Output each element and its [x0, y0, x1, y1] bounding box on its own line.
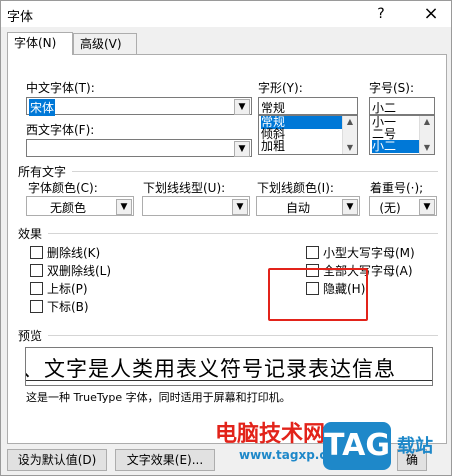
font-color-select[interactable]: 无颜色 ▼: [26, 196, 134, 216]
double-strikethrough-checkbox[interactable]: 双删除线(L): [30, 262, 111, 279]
scrollbar[interactable]: ▲ ▼: [419, 116, 434, 154]
all-text-section-label: 所有文字: [18, 165, 67, 179]
preview-note: 这是一种 TrueType 字体，同时适用于屏幕和打印机。: [26, 391, 291, 404]
title-bar: 字体 ? ×: [1, 1, 451, 27]
checkbox-box[interactable]: [306, 246, 319, 259]
font-color-value: 无颜色: [49, 201, 86, 215]
chevron-down-icon[interactable]: ▼: [419, 199, 435, 215]
underline-color-value: 自动: [285, 201, 310, 215]
chevron-down-icon[interactable]: ▼: [116, 199, 132, 215]
emphasis-mark-value: (无): [379, 201, 401, 215]
text-effects-button[interactable]: 文字效果(E)...: [115, 449, 215, 471]
font-size-list[interactable]: 小一 二号 小二 ▲ ▼: [369, 115, 435, 155]
chevron-down-icon[interactable]: ▼: [232, 199, 248, 215]
font-size-input[interactable]: 小二: [369, 97, 435, 115]
tag-logo: TAG: [323, 422, 391, 470]
font-style-input[interactable]: 常规: [258, 97, 358, 115]
western-font-select[interactable]: ▼: [26, 139, 252, 157]
checkbox-box[interactable]: [30, 300, 43, 313]
checkbox-label: 上标(P): [47, 282, 88, 296]
font-style-value: 常规: [261, 101, 286, 115]
highlight-rectangle: [268, 268, 368, 321]
tab-advanced[interactable]: 高级(V): [73, 33, 137, 54]
list-item[interactable]: 加粗: [261, 140, 285, 153]
section-divider: [72, 171, 438, 172]
chevron-down-icon[interactable]: ▼: [234, 99, 250, 115]
chinese-font-value: 宋体: [29, 99, 56, 116]
font-color-label: 字体颜色(C):: [28, 181, 98, 195]
watermark: 电脑技术网 www.tagxp.com TAG 载站: [213, 414, 451, 475]
checkbox-box[interactable]: [30, 264, 43, 277]
chevron-down-icon[interactable]: ▼: [342, 199, 358, 215]
font-size-value: 小二: [372, 101, 397, 115]
checkbox-box[interactable]: [30, 246, 43, 259]
font-size-label: 字号(S):: [369, 81, 415, 95]
checkbox-box[interactable]: [30, 282, 43, 295]
superscript-checkbox[interactable]: 上标(P): [30, 280, 88, 297]
help-button[interactable]: ?: [371, 5, 391, 23]
scroll-up-icon[interactable]: ▲: [420, 116, 434, 128]
close-button[interactable]: ×: [421, 5, 441, 23]
emphasis-mark-label: 着重号(·);: [370, 181, 424, 195]
small-caps-checkbox[interactable]: 小型大写字母(M): [306, 244, 415, 261]
scroll-down-icon[interactable]: ▼: [420, 142, 434, 154]
effects-section-label: 效果: [18, 227, 43, 241]
scroll-up-icon[interactable]: ▲: [343, 116, 357, 128]
emphasis-mark-select[interactable]: (无) ▼: [369, 196, 437, 216]
preview-section-label: 预览: [18, 329, 43, 343]
western-font-label: 西文字体(F):: [26, 123, 95, 137]
underline-color-select[interactable]: 自动 ▼: [256, 196, 360, 216]
preview-baseline: [26, 380, 432, 381]
preview-sample-text: 、文字是人类用表义符号记录表达信息: [25, 357, 396, 381]
preview-box: 、文字是人类用表义符号记录表达信息: [25, 347, 433, 386]
chevron-down-icon[interactable]: ▼: [234, 141, 250, 157]
scroll-down-icon[interactable]: ▼: [343, 142, 357, 154]
checkbox-label: 小型大写字母(M): [323, 246, 415, 260]
watermark-suffix: 载站: [397, 436, 433, 457]
underline-color-label: 下划线颜色(I):: [257, 181, 334, 195]
font-style-list[interactable]: 常规 倾斜 加粗 ▲ ▼: [258, 115, 358, 155]
set-default-button[interactable]: 设为默认值(D): [7, 449, 107, 471]
watermark-title: 电脑技术网: [215, 422, 326, 447]
scrollbar[interactable]: ▲ ▼: [342, 116, 357, 154]
underline-type-select[interactable]: ▼: [142, 196, 250, 216]
section-divider: [48, 335, 438, 336]
tab-font[interactable]: 字体(N): [7, 32, 73, 55]
section-divider: [48, 233, 438, 234]
chinese-font-label: 中文字体(T):: [26, 81, 95, 95]
strikethrough-checkbox[interactable]: 删除线(K): [30, 244, 100, 261]
checkbox-label: 删除线(K): [47, 246, 101, 260]
list-item[interactable]: 小二: [372, 140, 420, 153]
underline-type-label: 下划线线型(U):: [143, 181, 226, 195]
font-dialog: 字体 ? × 字体(N) 高级(V) 中文字体(T): 宋体 ▼ 西文字体(F)…: [0, 0, 452, 476]
font-style-label: 字形(Y):: [258, 81, 303, 95]
subscript-checkbox[interactable]: 下标(B): [30, 298, 89, 315]
checkbox-label: 双删除线(L): [47, 264, 112, 278]
dialog-title: 字体: [7, 10, 34, 25]
chinese-font-select[interactable]: 宋体 ▼: [26, 97, 252, 116]
checkbox-label: 下标(B): [47, 300, 89, 314]
